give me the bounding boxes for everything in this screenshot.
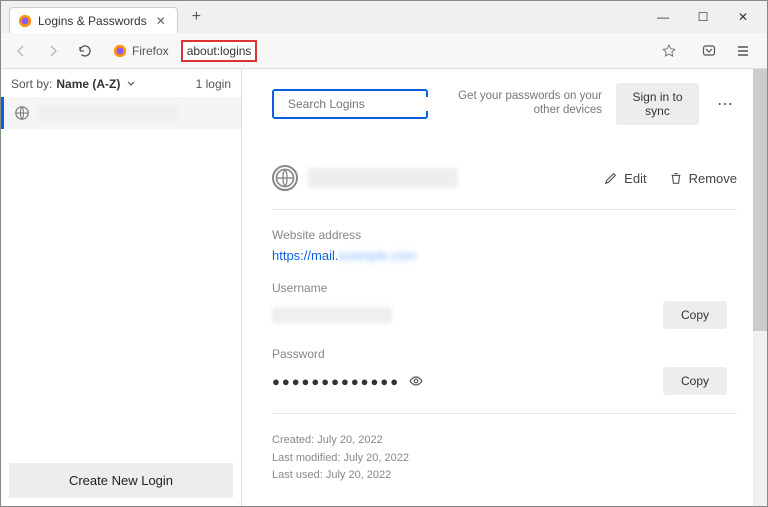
scrollbar-thumb[interactable] (753, 69, 767, 331)
navigation-toolbar: Firefox about:logins (1, 33, 767, 69)
chevron-down-icon (126, 79, 136, 89)
login-list-item[interactable] (1, 97, 241, 129)
titlebar: Logins & Passwords ✕ + ― ☐ ✕ (1, 1, 767, 33)
sort-select[interactable]: Name (A-Z) (56, 77, 136, 91)
search-field[interactable] (288, 97, 443, 111)
sort-by-label: Sort by: (11, 77, 52, 91)
login-title (308, 168, 458, 188)
tab-title: Logins & Passwords (38, 14, 147, 28)
window-controls: ― ☐ ✕ (645, 1, 761, 33)
scrollbar[interactable] (753, 69, 767, 506)
trash-icon (669, 171, 683, 185)
forward-button (39, 37, 67, 65)
close-window-button[interactable]: ✕ (725, 3, 761, 31)
url-identity: Firefox (113, 44, 175, 58)
login-detail-panel: Get your passwords on your other devices… (242, 69, 767, 506)
website-address-label: Website address (272, 228, 737, 242)
reveal-password-icon[interactable] (408, 373, 424, 389)
new-tab-button[interactable]: + (186, 8, 207, 26)
password-value-masked: ●●●●●●●●●●●●● (272, 374, 400, 389)
website-link[interactable]: https://mail.example.com (272, 248, 416, 263)
login-sidebar: Sort by: Name (A-Z) 1 login Create New L… (1, 69, 242, 506)
sign-in-to-sync-button[interactable]: Sign in to sync (616, 83, 699, 125)
back-button (7, 37, 35, 65)
bookmark-star-icon[interactable] (657, 39, 681, 63)
username-label: Username (272, 281, 737, 295)
login-list (1, 97, 241, 455)
edit-button[interactable]: Edit (604, 171, 646, 186)
create-new-login-button[interactable]: Create New Login (9, 463, 233, 498)
login-metadata: Created: July 20, 2022 Last modified: Ju… (272, 432, 737, 485)
url-bar[interactable]: Firefox about:logins (107, 37, 687, 65)
pencil-icon (604, 171, 618, 185)
username-value (272, 307, 392, 323)
copy-username-button[interactable]: Copy (663, 301, 727, 329)
menu-button[interactable] (729, 37, 757, 65)
login-item-title (38, 105, 178, 121)
globe-icon (14, 105, 30, 121)
globe-icon (272, 165, 298, 191)
pocket-icon[interactable] (695, 37, 723, 65)
remove-button[interactable]: Remove (669, 171, 737, 186)
copy-password-button[interactable]: Copy (663, 367, 727, 395)
browser-tab[interactable]: Logins & Passwords ✕ (9, 7, 178, 33)
maximize-button[interactable]: ☐ (685, 3, 721, 31)
password-label: Password (272, 347, 737, 361)
login-count: 1 login (196, 77, 231, 91)
tab-favicon-icon (18, 14, 32, 28)
reload-button[interactable] (71, 37, 99, 65)
more-menu-icon[interactable]: ⋯ (713, 90, 737, 118)
firefox-icon (113, 44, 127, 58)
minimize-button[interactable]: ― (645, 3, 681, 31)
sync-hint-text: Get your passwords on your other devices (442, 90, 602, 118)
search-logins-input[interactable] (272, 89, 428, 119)
tab-close-icon[interactable]: ✕ (153, 14, 169, 28)
url-text: about:logins (181, 40, 258, 62)
